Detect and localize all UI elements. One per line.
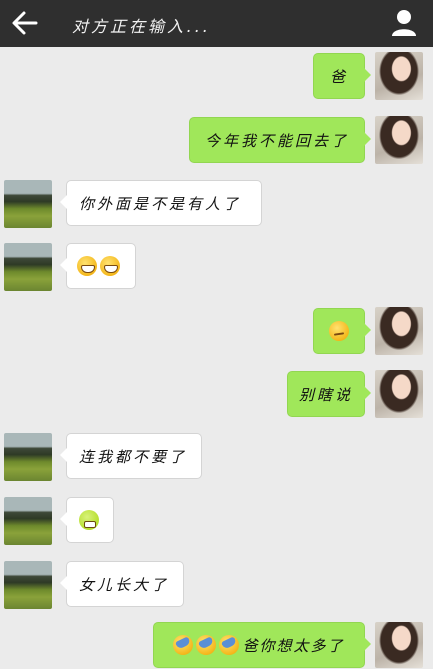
contact-message[interactable]	[60, 497, 114, 543]
message-text: 今年我不能回去了	[204, 131, 349, 150]
contact-avatar[interactable]	[4, 561, 52, 609]
contact-avatar[interactable]	[4, 243, 52, 291]
self-avatar[interactable]	[375, 622, 423, 668]
message-text: 别瞎说	[299, 385, 354, 404]
message-text: 你外面是不是有人了	[79, 194, 242, 213]
message-text: 爸你想太多了	[242, 636, 345, 655]
contact-avatar[interactable]	[4, 180, 52, 228]
chat-header: 对方正在输入...	[0, 0, 433, 47]
sweat-emoji-icon	[219, 635, 240, 655]
contact-message[interactable]: 你外面是不是有人了	[60, 180, 262, 226]
self-avatar[interactable]	[375, 52, 423, 100]
contact-message[interactable]	[60, 243, 136, 289]
cry-emoji-icon	[79, 510, 99, 530]
self-message[interactable]: 爸	[313, 53, 371, 99]
self-message[interactable]: 今年我不能回去了	[189, 117, 371, 163]
smirk-emoji-icon	[329, 321, 349, 341]
self-message[interactable]: 别瞎说	[287, 371, 371, 417]
chat-title: 对方正在输入...	[72, 17, 211, 36]
contact-avatar[interactable]	[4, 433, 52, 481]
message-text: 爸	[329, 67, 348, 86]
self-avatar[interactable]	[375, 116, 423, 164]
self-message[interactable]	[313, 308, 371, 354]
sweat-emoji-icon	[173, 635, 194, 655]
grin-emoji-icon	[77, 256, 97, 276]
grin-emoji-icon	[100, 256, 120, 276]
self-message[interactable]: 爸你想太多了	[153, 622, 371, 668]
contact-message[interactable]: 女儿长大了	[60, 561, 184, 607]
message-text: 女儿长大了	[79, 575, 170, 594]
self-avatar[interactable]	[375, 370, 423, 418]
user-icon[interactable]	[391, 9, 417, 37]
sweat-emoji-icon	[196, 635, 217, 655]
contact-message[interactable]: 连我都不要了	[60, 433, 202, 479]
back-arrow-icon[interactable]	[10, 9, 40, 37]
self-avatar[interactable]	[375, 307, 423, 355]
message-text: 连我都不要了	[79, 447, 188, 466]
contact-avatar[interactable]	[4, 497, 52, 545]
